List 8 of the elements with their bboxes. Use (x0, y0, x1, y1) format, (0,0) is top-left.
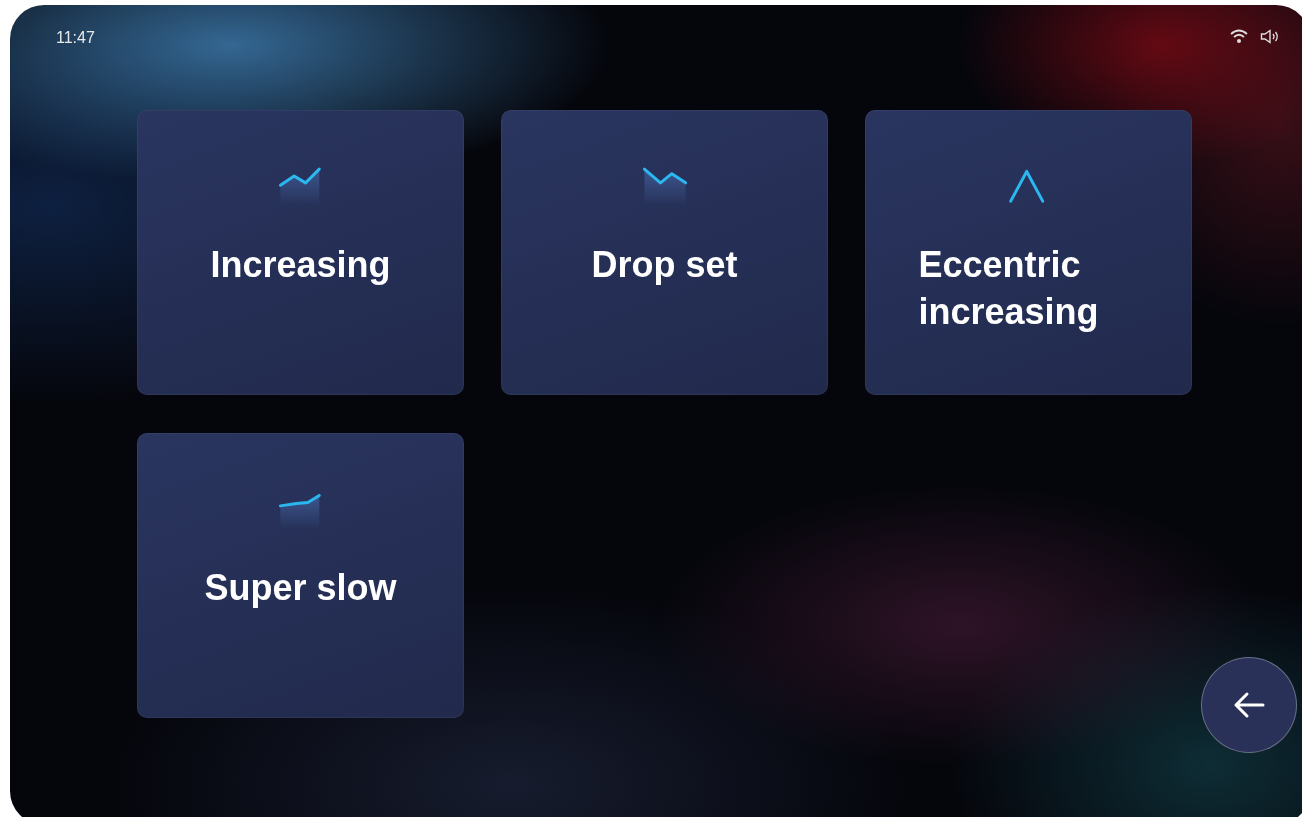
status-time: 11:47 (56, 29, 95, 47)
wifi-icon (1230, 28, 1248, 44)
back-arrow-icon (1232, 690, 1266, 720)
mode-card[interactable]: Drop set (501, 110, 828, 395)
mode-card[interactable]: Super slow (137, 433, 464, 718)
speaker-icon (1260, 28, 1280, 44)
mode-card[interactable]: Increasing (137, 110, 464, 395)
mode-card[interactable]: Eccentric increasing (865, 110, 1192, 395)
